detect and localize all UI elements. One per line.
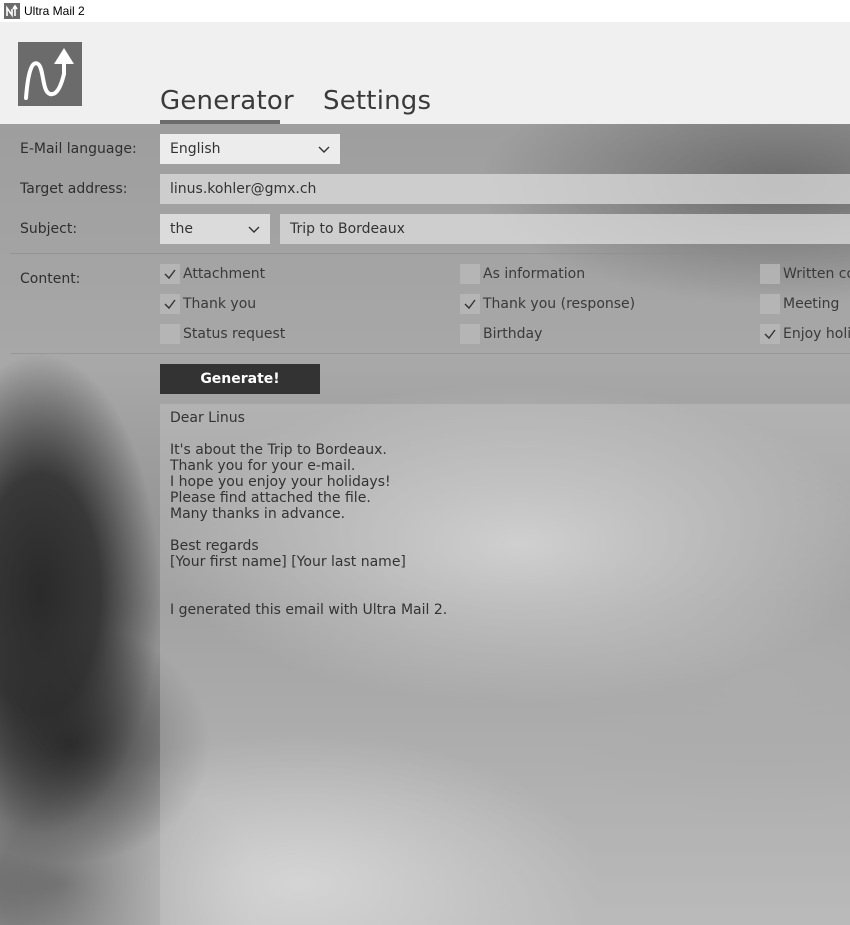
checkbox-label: Enjoy holid bbox=[783, 326, 850, 342]
checkbox-box[interactable] bbox=[160, 324, 180, 344]
checkbox-thank-you[interactable]: Thank you bbox=[160, 294, 256, 314]
checkbox-thank-you-response[interactable]: Thank you (response) bbox=[460, 294, 635, 314]
target-address-input[interactable]: linus.kohler@gmx.ch bbox=[160, 174, 850, 204]
app-icon bbox=[4, 3, 20, 19]
email-output-textarea[interactable]: Dear Linus It's about the Trip to Bordea… bbox=[160, 404, 850, 925]
output-line: I hope you enjoy your holidays! bbox=[170, 474, 391, 490]
output-line: Thank you for your e-mail. bbox=[170, 458, 356, 474]
divider bbox=[10, 253, 850, 254]
checkbox-label: Attachment bbox=[183, 266, 266, 282]
output-line: [Your first name] [Your last name] bbox=[170, 554, 406, 570]
tab-settings[interactable]: Settings bbox=[323, 86, 431, 116]
tab-generator[interactable]: Generator bbox=[160, 86, 294, 116]
generate-button[interactable]: Generate! bbox=[160, 364, 320, 394]
checkbox-box[interactable] bbox=[160, 264, 180, 284]
checkbox-box[interactable] bbox=[460, 264, 480, 284]
checkbox-box[interactable] bbox=[760, 264, 780, 284]
app-header: Generator Settings bbox=[0, 24, 850, 124]
output-line: Please find attached the file. bbox=[170, 490, 371, 506]
checkbox-box[interactable] bbox=[760, 294, 780, 314]
output-line: It's about the Trip to Bordeaux. bbox=[170, 442, 387, 458]
checkbox-box[interactable] bbox=[760, 324, 780, 344]
language-select-value: English bbox=[170, 141, 221, 157]
generator-panel: E-Mail language: English Target address:… bbox=[0, 124, 850, 925]
check-icon bbox=[164, 299, 176, 310]
language-select[interactable]: English bbox=[160, 134, 340, 164]
checkbox-label: Thank you bbox=[183, 296, 257, 312]
checkbox-label: As information bbox=[483, 266, 586, 282]
target-address-label: Target address: bbox=[20, 181, 128, 197]
checkbox-label: Written co bbox=[783, 266, 850, 282]
window-title-bar: Ultra Mail 2 bbox=[0, 0, 850, 22]
checkbox-meeting[interactable]: Meeting bbox=[760, 294, 839, 314]
output-line: Dear Linus bbox=[170, 410, 245, 426]
check-icon bbox=[764, 329, 776, 340]
check-icon bbox=[164, 269, 176, 280]
output-line: Best regards bbox=[170, 538, 259, 554]
checkbox-enjoy-holidays[interactable]: Enjoy holid bbox=[760, 324, 850, 344]
divider bbox=[10, 353, 850, 354]
check-icon bbox=[464, 299, 476, 310]
checkbox-box[interactable] bbox=[160, 294, 180, 314]
checkbox-attachment[interactable]: Attachment bbox=[160, 264, 265, 284]
checkbox-box[interactable] bbox=[460, 324, 480, 344]
chevron-down-icon bbox=[248, 226, 260, 233]
checkbox-birthday[interactable]: Birthday bbox=[460, 324, 542, 344]
subject-article-select[interactable]: the bbox=[160, 214, 270, 244]
subject-label: Subject: bbox=[20, 221, 78, 237]
subject-article-value: the bbox=[170, 221, 193, 237]
language-label: E-Mail language: bbox=[20, 141, 137, 157]
output-line: Many thanks in advance. bbox=[170, 506, 346, 522]
checkbox-box[interactable] bbox=[460, 294, 480, 314]
checkbox-label: Meeting bbox=[783, 296, 840, 312]
checkbox-label: Thank you (response) bbox=[483, 296, 636, 312]
subject-input[interactable]: Trip to Bordeaux bbox=[280, 214, 850, 244]
target-address-value: linus.kohler@gmx.ch bbox=[170, 181, 317, 197]
checkbox-as-information[interactable]: As information bbox=[460, 264, 585, 284]
checkbox-written-confirmation[interactable]: Written co bbox=[760, 264, 850, 284]
window-title: Ultra Mail 2 bbox=[24, 4, 85, 18]
output-line: I generated this email with Ultra Mail 2… bbox=[170, 602, 448, 618]
chevron-down-icon bbox=[318, 146, 330, 153]
checkbox-status-request[interactable]: Status request bbox=[160, 324, 285, 344]
app-logo bbox=[18, 42, 82, 106]
subject-value: Trip to Bordeaux bbox=[290, 221, 405, 237]
checkbox-label: Status request bbox=[183, 326, 286, 342]
checkbox-label: Birthday bbox=[483, 326, 543, 342]
content-label: Content: bbox=[20, 271, 81, 287]
